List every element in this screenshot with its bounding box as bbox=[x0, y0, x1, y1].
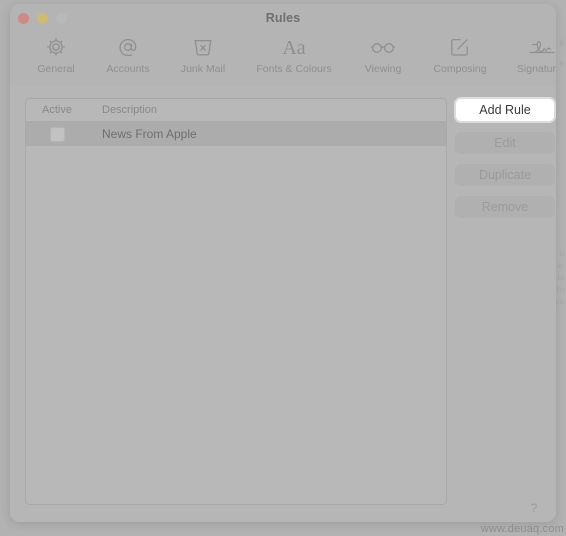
rules-list-header: Active Description bbox=[26, 99, 446, 122]
add-rule-button[interactable]: Add Rule bbox=[455, 98, 555, 122]
remove-button[interactable]: Remove bbox=[455, 196, 555, 218]
screen-root: g n n ar la to yo Rules General Accounts… bbox=[0, 0, 566, 536]
trash-x-icon bbox=[172, 34, 234, 60]
window-title: Rules bbox=[265, 11, 301, 25]
preferences-toolbar: General Accounts Junk Mail Aa Fonts & Co… bbox=[10, 32, 556, 86]
rules-actions: Add Rule Edit Duplicate Remove bbox=[455, 98, 555, 228]
toolbar-label: Fonts & Colours bbox=[256, 63, 332, 75]
toolbar-item-viewing[interactable]: Viewing bbox=[348, 32, 418, 76]
column-header-description[interactable]: Description bbox=[88, 104, 157, 116]
rules-list-empty-area bbox=[26, 146, 446, 504]
svg-text:Aa: Aa bbox=[282, 37, 305, 59]
toolbar-item-accounts[interactable]: Accounts bbox=[90, 32, 166, 76]
bg-fragment: n bbox=[559, 58, 565, 68]
toolbar-item-junk-mail[interactable]: Junk Mail bbox=[166, 32, 240, 76]
zoom-button[interactable] bbox=[56, 13, 67, 24]
at-sign-icon bbox=[96, 34, 160, 60]
rule-active-checkbox[interactable] bbox=[49, 126, 65, 142]
rule-active-cell bbox=[26, 126, 88, 142]
help-button[interactable]: ? bbox=[526, 500, 542, 516]
site-watermark: www.deuaq.com bbox=[480, 523, 564, 535]
toolbar-label: General bbox=[37, 63, 75, 75]
aa-text-icon: Aa bbox=[246, 34, 342, 60]
toolbar-label: Junk Mail bbox=[180, 63, 226, 75]
window-titlebar: Rules bbox=[10, 4, 556, 32]
signature-icon bbox=[508, 34, 556, 60]
toolbar-item-signatures[interactable]: Signatures bbox=[502, 32, 556, 76]
close-button[interactable] bbox=[18, 13, 29, 24]
glasses-icon bbox=[354, 34, 412, 60]
column-header-active[interactable]: Active bbox=[26, 104, 88, 116]
toolbar-item-general[interactable]: General bbox=[22, 32, 90, 76]
toolbar-label: Accounts bbox=[106, 63, 150, 75]
bg-fragment: ar bbox=[557, 260, 564, 270]
toolbar-label: Signatures bbox=[516, 63, 556, 75]
toolbar-label: Composing bbox=[433, 63, 487, 75]
rules-pane: Active Description News From Apple Add R… bbox=[10, 86, 556, 522]
table-row[interactable]: News From Apple bbox=[26, 122, 446, 146]
minimize-button[interactable] bbox=[37, 13, 48, 24]
bg-fragment: n bbox=[559, 248, 565, 258]
bg-fragment: yo bbox=[555, 296, 564, 306]
bg-fragment: g bbox=[559, 36, 565, 46]
rules-list[interactable]: Active Description News From Apple bbox=[25, 98, 447, 505]
preferences-window: Rules General Accounts Junk Mail Aa Font… bbox=[10, 4, 556, 522]
toolbar-item-fonts-colours[interactable]: Aa Fonts & Colours bbox=[240, 32, 348, 76]
window-controls bbox=[18, 13, 67, 24]
duplicate-button[interactable]: Duplicate bbox=[455, 164, 555, 186]
compose-icon bbox=[424, 34, 496, 60]
edit-button[interactable]: Edit bbox=[455, 132, 555, 154]
toolbar-item-composing[interactable]: Composing bbox=[418, 32, 502, 76]
toolbar-label: Viewing bbox=[364, 63, 402, 75]
bg-fragment: la bbox=[557, 272, 565, 282]
rule-description-cell: News From Apple bbox=[102, 127, 197, 141]
bg-fragment: to bbox=[556, 284, 564, 294]
gear-icon bbox=[28, 34, 84, 60]
